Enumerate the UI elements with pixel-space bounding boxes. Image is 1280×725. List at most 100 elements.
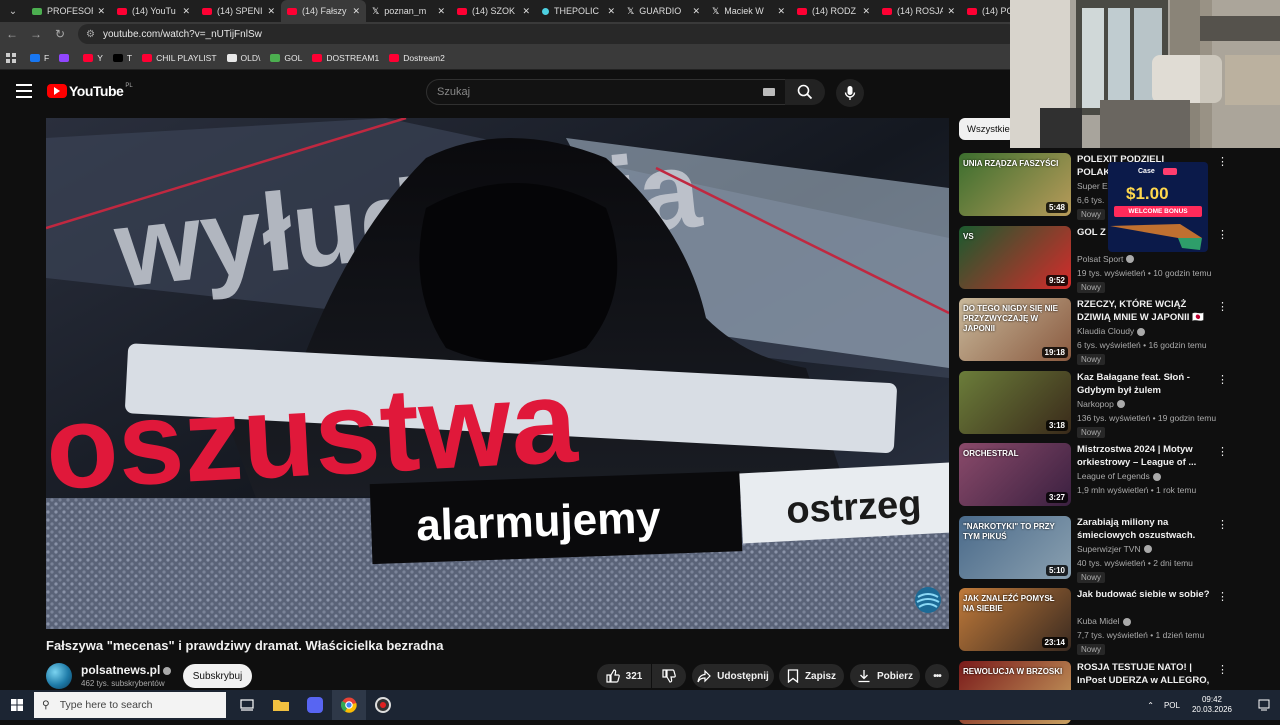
discord-app-icon[interactable] bbox=[298, 690, 332, 720]
more-options-icon[interactable]: ⋮ bbox=[1217, 373, 1228, 386]
close-tab-icon[interactable]: ✕ bbox=[352, 6, 360, 17]
bookmark-item[interactable]: GOL bbox=[270, 53, 302, 63]
recommendation-item[interactable]: ORCHESTRAL 3:27 Mistrzostwa 2024 | Motyw o… bbox=[959, 443, 1228, 507]
filter-chip-all[interactable]: Wszystkie bbox=[959, 118, 1015, 140]
browser-tab[interactable]: 𝕏 Maciek W ✕ bbox=[706, 0, 791, 22]
site-info-icon[interactable]: ⚙ bbox=[86, 29, 95, 40]
recommendation-channel[interactable]: Narkopop bbox=[1077, 399, 1125, 409]
more-actions-button[interactable]: ••• bbox=[925, 664, 949, 688]
browser-tab[interactable]: (14) SZOK ✕ bbox=[451, 0, 536, 22]
youtube-logo[interactable]: YouTube PL bbox=[47, 83, 133, 99]
task-view-icon[interactable] bbox=[230, 690, 264, 720]
forward-icon[interactable]: → bbox=[24, 27, 48, 41]
like-button[interactable]: 321 bbox=[597, 664, 651, 688]
url-bar[interactable]: ⚙ youtube.com/watch?v=_nUTijFnlSw bbox=[78, 24, 1018, 44]
share-button[interactable]: Udostępnij bbox=[692, 664, 774, 688]
tab-label: THEPOLIC bbox=[554, 6, 600, 16]
recommendation-item[interactable]: DO TEGO NIGDY SIĘ NIE PRZYZWYCZAJĘ W JAP… bbox=[959, 298, 1228, 365]
bookmark-item[interactable]: F bbox=[30, 53, 49, 63]
download-button[interactable]: Pobierz bbox=[850, 664, 920, 688]
recommendation-channel[interactable]: Klaudia Cloudy bbox=[1077, 326, 1146, 336]
recommendation-channel[interactable]: Kuba Midel bbox=[1077, 616, 1131, 626]
bookmark-item[interactable] bbox=[59, 53, 73, 62]
recommendation-title[interactable]: Mistrzostwa 2024 | Motyw orkiestrowy – L… bbox=[1077, 443, 1211, 469]
close-tab-icon[interactable]: ✕ bbox=[692, 6, 700, 17]
more-options-icon[interactable]: ⋮ bbox=[1217, 445, 1228, 458]
more-options-icon[interactable]: ⋮ bbox=[1217, 518, 1228, 531]
close-tab-icon[interactable]: ✕ bbox=[437, 6, 445, 17]
bookmark-item[interactable]: Y bbox=[83, 53, 103, 63]
bookmark-item[interactable]: DOSTREAM1 bbox=[312, 53, 379, 63]
browser-tab[interactable]: (14) Fałszy ✕ bbox=[281, 0, 366, 22]
close-tab-icon[interactable]: ✕ bbox=[777, 6, 785, 17]
more-options-icon[interactable]: ⋮ bbox=[1217, 228, 1228, 241]
tray-expand-icon[interactable]: ⌃ bbox=[1147, 701, 1154, 710]
recording-app-icon[interactable] bbox=[366, 690, 400, 720]
video-thumbnail[interactable]: JAK ZNALEŹĆ POMYSŁ NA SIEBIE 23:14 bbox=[959, 588, 1071, 651]
recommendation-item[interactable]: JAK ZNALEŹĆ POMYSŁ NA SIEBIE 23:14 Jak bud… bbox=[959, 588, 1228, 655]
reload-icon[interactable]: ↻ bbox=[48, 27, 72, 41]
browser-tab[interactable]: 𝕏 GUARDIO ✕ bbox=[621, 0, 706, 22]
chrome-app-icon[interactable] bbox=[332, 690, 366, 720]
video-thumbnail[interactable]: VS 9:52 bbox=[959, 225, 1071, 289]
menu-icon[interactable] bbox=[16, 84, 32, 98]
recommendation-title[interactable]: Jak budować siebie w sobie? bbox=[1077, 588, 1211, 601]
bookmark-item[interactable]: CHIL PLAYLIST bbox=[142, 53, 217, 63]
recommendation-title[interactable]: Zarabiają miliony na śmieciowych oszustw… bbox=[1077, 516, 1211, 542]
recommendation-item[interactable]: 3:18 Kaz Bałagane feat. Słoń - Gdybym był… bbox=[959, 370, 1228, 438]
more-options-icon[interactable]: ⋮ bbox=[1217, 590, 1228, 603]
file-explorer-icon[interactable] bbox=[264, 690, 298, 720]
voice-search-button[interactable] bbox=[836, 79, 864, 107]
browser-tab[interactable]: THEPOLIC ✕ bbox=[536, 0, 621, 22]
more-options-icon[interactable]: ⋮ bbox=[1217, 663, 1228, 676]
close-tab-icon[interactable]: ✕ bbox=[267, 6, 275, 17]
recommendation-title[interactable]: ROSJA TESTUJE NATO! | InPost UDERZA w AL… bbox=[1077, 661, 1211, 687]
browser-tab[interactable]: (14) YouTu ✕ bbox=[111, 0, 196, 22]
search-button[interactable] bbox=[785, 79, 825, 105]
recommendation-channel[interactable]: League of Legends bbox=[1077, 471, 1161, 481]
more-options-icon[interactable]: ⋮ bbox=[1217, 155, 1228, 168]
clock[interactable]: 09:42 20.03.2026 bbox=[1192, 695, 1232, 715]
browser-tab[interactable]: PROFESOR ✕ bbox=[26, 0, 111, 22]
recommendation-item[interactable]: "NARKOTYKI" TO PRZY TYM PIKUŚ 5:10 Zarabia… bbox=[959, 515, 1228, 583]
recommendation-channel[interactable]: Superwizjer TVN bbox=[1077, 544, 1152, 554]
channel-avatar[interactable] bbox=[46, 663, 72, 689]
recommendation-channel[interactable]: Polsat Sport bbox=[1077, 254, 1135, 264]
save-button[interactable]: Zapisz bbox=[779, 664, 844, 688]
tab-search-icon[interactable]: ⌄ bbox=[0, 0, 26, 22]
windows-start-icon[interactable] bbox=[11, 699, 23, 711]
video-thumbnail[interactable]: 3:18 bbox=[959, 370, 1071, 434]
taskbar-search-box[interactable]: ⚲ Type here to search bbox=[34, 692, 226, 718]
subscribe-button[interactable]: Subskrybuj bbox=[183, 664, 252, 688]
ad-banner[interactable]: Case $1.00 WELCOME BONUS bbox=[1108, 162, 1208, 252]
close-tab-icon[interactable]: ✕ bbox=[947, 6, 955, 17]
close-tab-icon[interactable]: ✕ bbox=[522, 6, 530, 17]
notifications-icon[interactable] bbox=[1258, 699, 1270, 711]
video-thumbnail[interactable]: ORCHESTRAL 3:27 bbox=[959, 443, 1071, 506]
recommendation-title[interactable]: RZECZY, KTÓRE WCIĄŻ DZIWIĄ MNIE W JAPONI… bbox=[1077, 298, 1211, 324]
video-thumbnail[interactable]: "NARKOTYKI" TO PRZY TYM PIKUŚ 5:10 bbox=[959, 515, 1071, 579]
keyboard-icon[interactable] bbox=[763, 88, 775, 96]
channel-name[interactable]: polsatnews.pl bbox=[81, 663, 172, 677]
bookmark-item[interactable]: Dostream2 bbox=[389, 53, 445, 63]
browser-tab[interactable]: (14) SPENI ✕ bbox=[196, 0, 281, 22]
close-tab-icon[interactable]: ✕ bbox=[97, 6, 105, 17]
browser-tab[interactable]: (14) ROSJA ✕ bbox=[876, 0, 961, 22]
bookmark-item[interactable]: T bbox=[112, 53, 132, 63]
close-tab-icon[interactable]: ✕ bbox=[607, 6, 615, 17]
apps-grid-icon[interactable] bbox=[6, 52, 16, 63]
recommendation-title[interactable]: Kaz Bałagane feat. Słoń - Gdybym był żul… bbox=[1077, 371, 1211, 397]
bookmark-item[interactable]: OLD\ bbox=[226, 53, 260, 63]
browser-tab[interactable]: 𝕏poznan_m ✕ bbox=[366, 0, 451, 22]
close-tab-icon[interactable]: ✕ bbox=[182, 6, 190, 17]
language-indicator[interactable]: POL bbox=[1164, 701, 1180, 710]
dislike-button[interactable] bbox=[652, 664, 686, 688]
browser-tab[interactable]: (14) RODZ ✕ bbox=[791, 0, 876, 22]
search-input[interactable] bbox=[437, 86, 763, 98]
more-options-icon[interactable]: ⋮ bbox=[1217, 300, 1228, 313]
video-player[interactable]: wyłudzenia oszustwa alarmujemy ostrzeg bbox=[46, 118, 949, 629]
close-tab-icon[interactable]: ✕ bbox=[862, 6, 870, 17]
video-thumbnail[interactable]: UNIA RZĄDZA FASZYŚCI 5:48 bbox=[959, 153, 1071, 216]
video-thumbnail[interactable]: DO TEGO NIGDY SIĘ NIE PRZYZWYCZAJĘ W JAP… bbox=[959, 298, 1071, 361]
back-icon[interactable]: ← bbox=[0, 27, 24, 41]
